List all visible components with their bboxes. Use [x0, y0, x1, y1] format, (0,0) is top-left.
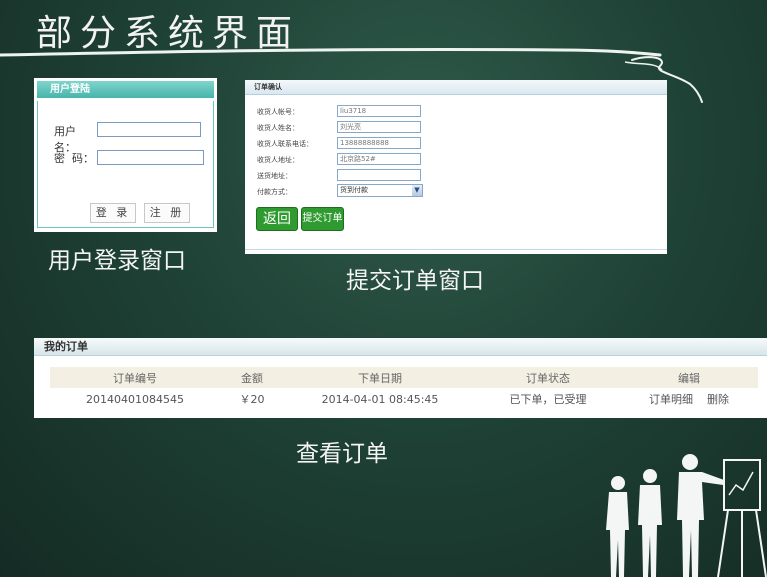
order-no-cell: 20140401084545: [86, 392, 184, 406]
submit-order-button[interactable]: 提交订单: [301, 207, 344, 231]
password-input[interactable]: [97, 150, 204, 165]
presenters-illustration: [606, 454, 767, 577]
date-cell: 2014-04-01 08:45:45: [321, 392, 439, 406]
my-orders-window: 我的订单 订单编号 金额 下单日期 订单状态 编辑 20140401084545…: [34, 338, 767, 418]
delivery-address-label: 送货地址：: [257, 172, 292, 180]
name-input[interactable]: 刘光亮: [337, 121, 421, 133]
login-form: 用户名： 密 码： 登 录 注 册: [37, 101, 214, 228]
account-input[interactable]: liu3718: [337, 105, 421, 117]
password-row: 密 码：: [54, 150, 96, 166]
column-amount: 金额: [220, 367, 284, 388]
order-detail-link[interactable]: 订单明细: [649, 393, 693, 406]
login-window: 用户登陆 用户名： 密 码： 登 录 注 册: [34, 78, 217, 232]
username-input[interactable]: [97, 122, 201, 137]
login-button[interactable]: 登 录: [90, 203, 136, 223]
divider: [245, 249, 667, 250]
table-header-row: 订单编号 金额 下单日期 订单状态 编辑: [50, 367, 758, 388]
order-confirm-window: 订单确认 收货人帐号： liu3718 收货人姓名： 刘光亮 收货人联系电话： …: [245, 80, 667, 254]
order-confirm-header: 订单确认: [245, 80, 667, 95]
orders-table: 订单编号 金额 下单日期 订单状态 编辑 20140401084545 ￥20 …: [50, 367, 758, 410]
column-date: 下单日期: [284, 367, 476, 388]
my-orders-header: 我的订单: [34, 338, 767, 356]
payment-label: 付款方式：: [257, 188, 292, 196]
payment-selected-value: 货到付款: [340, 186, 368, 194]
column-order-no: 订单编号: [50, 367, 220, 388]
back-button[interactable]: 返回: [256, 207, 298, 231]
name-label: 收货人姓名：: [257, 124, 299, 132]
address-label: 收货人地址：: [257, 156, 299, 164]
edit-cell: 订单明细 删除: [620, 388, 758, 410]
column-edit: 编辑: [620, 367, 758, 388]
password-label: 密 码：: [54, 152, 94, 165]
login-caption: 用户登录窗口: [48, 248, 186, 274]
register-button[interactable]: 注 册: [144, 203, 190, 223]
amount-cell: ￥20: [239, 393, 265, 406]
table-row: 20140401084545 ￥20 2014-04-01 08:45:45 已…: [50, 388, 758, 410]
delivery-address-input[interactable]: [337, 169, 421, 181]
status-cell: 已下单，已受理: [509, 393, 587, 406]
orders-caption: 查看订单: [296, 441, 388, 467]
chevron-down-icon[interactable]: ▼: [412, 185, 422, 196]
order-caption: 提交订单窗口: [346, 268, 484, 294]
payment-select[interactable]: 货到付款 ▼: [337, 184, 423, 197]
column-status: 订单状态: [476, 367, 620, 388]
phone-input[interactable]: 13888888888: [337, 137, 421, 149]
login-window-header: 用户登陆: [37, 81, 214, 98]
phone-label: 收货人联系电话：: [257, 140, 313, 148]
address-input[interactable]: 北京路52#: [337, 153, 421, 165]
delete-link[interactable]: 删除: [707, 393, 729, 406]
account-label: 收货人帐号：: [257, 108, 299, 116]
